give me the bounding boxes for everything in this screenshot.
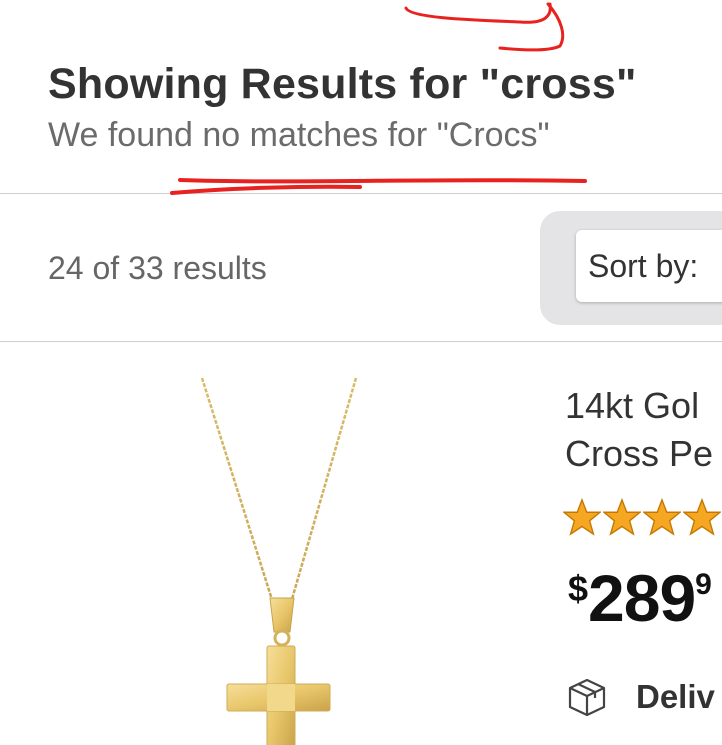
price-whole: 289 — [588, 561, 696, 635]
product-rating — [563, 498, 722, 538]
delivery-label: Deliv — [636, 678, 715, 715]
search-results-page: Showing Results for "cross" We found no … — [0, 0, 722, 745]
package-box-icon — [568, 678, 606, 717]
star-icon — [643, 498, 681, 536]
annotation-top-squiggle — [404, 2, 565, 52]
product-title-line-1: 14kt Gol — [565, 385, 700, 426]
no-match-message: We found no matches for "Crocs" — [48, 116, 550, 154]
header-divider — [0, 193, 722, 194]
annotation-underline — [170, 178, 587, 195]
results-bar-divider — [0, 341, 722, 342]
star-icon — [683, 498, 721, 536]
product-title[interactable]: 14kt Gol Cross Pe — [565, 382, 713, 478]
product-image[interactable] — [190, 370, 370, 745]
result-count: 24 of 33 results — [48, 250, 267, 286]
product-price: $2899 — [568, 560, 712, 636]
star-icon — [563, 498, 601, 536]
price-currency: $ — [568, 568, 589, 609]
sort-dropdown-label: Sort by: — [588, 248, 699, 284]
star-icon — [603, 498, 641, 536]
delivery-option[interactable]: Deliv — [566, 676, 715, 718]
product-title-line-2: Cross Pe — [565, 433, 714, 474]
price-cents: 9 — [695, 568, 712, 601]
sort-dropdown[interactable]: Sort by: — [576, 230, 722, 302]
search-results-heading: Showing Results for "cross" — [48, 60, 637, 108]
